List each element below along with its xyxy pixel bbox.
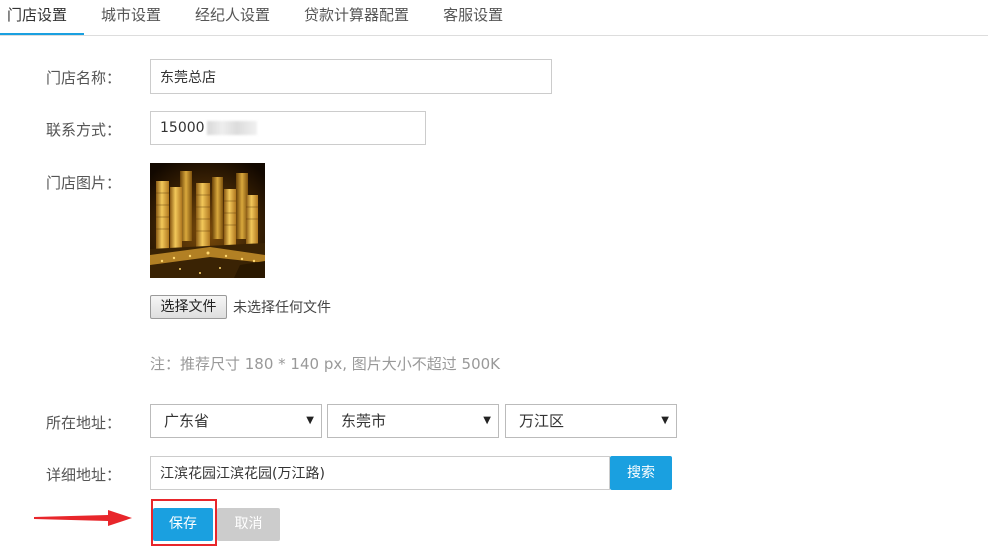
masked-digits [206,121,257,135]
tab-city-settings[interactable]: 城市设置 [84,0,178,35]
settings-tabs: 门店设置 城市设置 经纪人设置 贷款计算器配置 客服设置 [0,0,988,36]
save-highlight-box [151,499,217,546]
search-button[interactable]: 搜索 [610,456,672,490]
building-model-image [150,163,265,278]
city-select[interactable]: 东莞市 ▼ [327,404,499,438]
contact-label: 联系方式： [46,121,122,139]
cancel-button[interactable]: 取消 [217,508,280,541]
province-select[interactable]: 广东省 ▼ [150,404,322,438]
province-value: 广东省 [164,412,210,430]
store-name-label: 门店名称： [46,69,122,87]
store-photo-label: 门店图片： [46,174,122,192]
store-name-input[interactable]: 东莞总店 [150,59,552,94]
chevron-down-icon: ▼ [661,415,669,426]
tab-store-settings[interactable]: 门店设置 [0,0,85,35]
tab-agent-settings[interactable]: 经纪人设置 [178,0,287,35]
chevron-down-icon: ▼ [483,415,491,426]
contact-value: 15000 [160,120,205,136]
tab-customer-service-settings[interactable]: 客服设置 [426,0,520,35]
file-status-text: 未选择任何文件 [233,300,331,316]
store-name-value: 东莞总店 [160,69,216,86]
district-select[interactable]: 万江区 ▼ [505,404,677,438]
region-label: 所在地址： [46,414,122,432]
contact-input[interactable]: 15000 [150,111,426,145]
pointer-arrow-icon [34,510,132,526]
city-value: 东莞市 [341,412,387,430]
store-settings-page: 门店设置 城市设置 经纪人设置 贷款计算器配置 客服设置 门店名称： 东莞总店 … [0,0,988,547]
choose-file-button[interactable]: 选择文件 [150,295,227,319]
chevron-down-icon: ▼ [306,415,314,426]
address-input[interactable]: 江滨花园江滨花园(万江路) [150,456,610,490]
district-value: 万江区 [519,412,565,430]
image-size-note: 注：推荐尺寸 180 * 140 px, 图片大小不超过 500K [150,355,501,373]
tab-loan-calculator-config[interactable]: 贷款计算器配置 [287,0,426,35]
address-label: 详细地址： [46,466,122,484]
store-photo-thumbnail [150,163,265,278]
address-value: 江滨花园江滨花园(万江路) [160,466,325,482]
